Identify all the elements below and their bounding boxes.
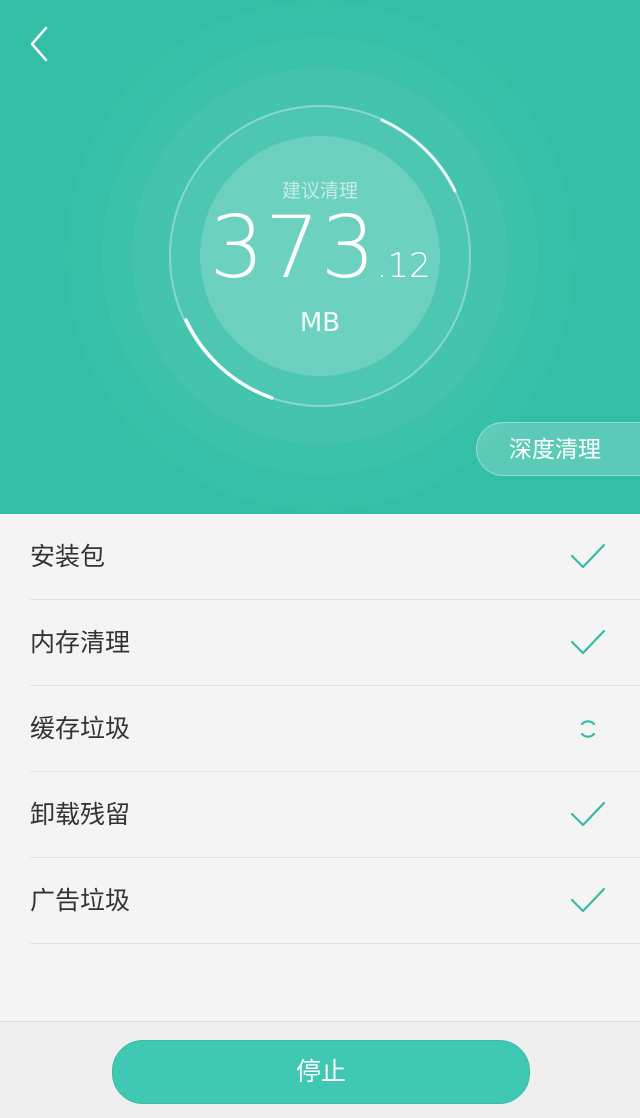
- chevron-left-icon: [30, 26, 48, 62]
- list-item-label: 内存清理: [30, 628, 131, 657]
- list-item-label: 卸载残留: [30, 800, 131, 829]
- check-icon: [570, 629, 606, 655]
- gauge-readout: 建议清理 373.12 MB: [200, 150, 440, 380]
- check-icon: [570, 887, 606, 913]
- header: 建议清理 373.12 MB 深度清理: [0, 0, 640, 514]
- amount-integer: 373: [209, 198, 377, 298]
- amount-unit: MB: [299, 308, 341, 338]
- cleanup-amount: 373.12: [200, 200, 440, 296]
- deep-clean-button[interactable]: 深度清理: [476, 422, 640, 476]
- list-item[interactable]: 安装包: [30, 514, 640, 600]
- check-icon: [570, 543, 606, 569]
- footer-bar: 停止: [0, 1021, 640, 1118]
- loading-spinner-icon: [580, 720, 596, 738]
- amount-decimal: .12: [376, 246, 431, 286]
- list-item[interactable]: 缓存垃圾: [30, 686, 640, 772]
- list-item[interactable]: 内存清理: [30, 600, 640, 686]
- list-item-label: 广告垃圾: [30, 886, 131, 915]
- list-item-label: 缓存垃圾: [30, 714, 131, 743]
- list-item[interactable]: 卸载残留: [30, 772, 640, 858]
- stop-button[interactable]: 停止: [112, 1040, 530, 1104]
- list-item[interactable]: 广告垃圾: [30, 858, 640, 944]
- cleanup-list: 安装包 内存清理 缓存垃圾 卸载残留 广告垃圾: [0, 514, 640, 944]
- back-button[interactable]: [18, 22, 62, 66]
- list-item-label: 安装包: [30, 542, 106, 571]
- check-icon: [570, 801, 606, 827]
